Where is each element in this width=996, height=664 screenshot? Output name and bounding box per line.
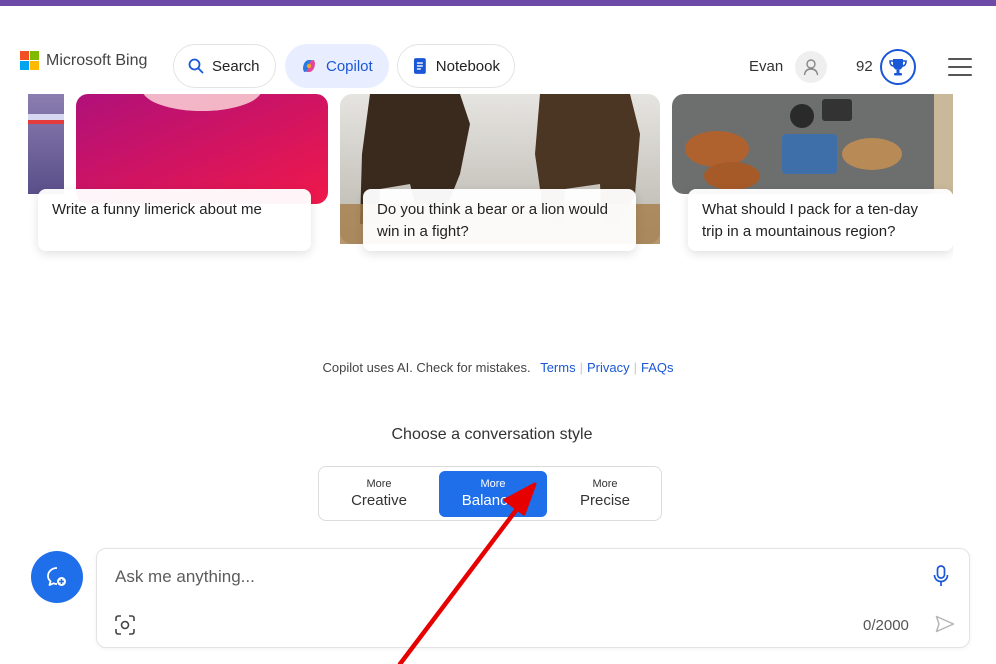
- style-balanced-label: Balanced: [461, 492, 525, 509]
- ai-disclaimer: Copilot uses AI. Check for mistakes. Ter…: [322, 360, 674, 375]
- rewards-button[interactable]: [880, 49, 916, 85]
- nav-search-button[interactable]: Search: [173, 44, 276, 88]
- chat-input[interactable]: [115, 567, 895, 587]
- suggestion-text: Do you think a bear or a lion would win …: [377, 201, 608, 240]
- suggestion-card[interactable]: Write a funny limerick about me: [38, 189, 311, 251]
- user-name[interactable]: Evan: [749, 58, 783, 75]
- avatar[interactable]: [795, 51, 827, 83]
- conversation-style-selector: More Creative More Balanced More Precise: [318, 466, 662, 521]
- card-image-packing: [672, 94, 953, 194]
- suggestion-carousel: Write a funny limerick about me Do you t…: [28, 94, 953, 264]
- visual-search-icon[interactable]: [115, 615, 135, 635]
- faqs-link[interactable]: FAQs: [641, 360, 674, 375]
- microsoft-logo-icon: [20, 51, 39, 70]
- style-precise-button[interactable]: More Precise: [551, 471, 659, 517]
- style-creative-prefix: More: [366, 478, 392, 490]
- nav-search-label: Search: [212, 57, 260, 75]
- chat-input-box: 0/2000: [96, 548, 970, 648]
- send-icon[interactable]: [935, 615, 955, 633]
- notebook-icon: [413, 58, 426, 74]
- rewards-points[interactable]: 92: [856, 58, 873, 75]
- nav-notebook-label: Notebook: [435, 57, 500, 75]
- suggestion-text: What should I pack for a ten-day trip in…: [702, 201, 918, 240]
- suggestion-text: Write a funny limerick about me: [52, 201, 262, 218]
- style-creative-button[interactable]: More Creative: [325, 471, 433, 517]
- nav-copilot-button[interactable]: Copilot: [285, 44, 389, 88]
- disclaimer-text: Copilot uses AI. Check for mistakes.: [322, 360, 531, 375]
- card-image-sliver-left: [28, 94, 64, 194]
- new-topic-button[interactable]: [31, 551, 83, 603]
- bing-logo[interactable]: Microsoft Bing: [20, 51, 147, 70]
- brand-name: Microsoft Bing: [46, 51, 148, 69]
- nav-copilot-label: Copilot: [326, 57, 373, 75]
- hamburger-menu-icon[interactable]: [948, 58, 972, 76]
- search-icon: [188, 58, 204, 74]
- privacy-link[interactable]: Privacy: [587, 360, 630, 375]
- character-counter: 0/2000: [863, 617, 909, 634]
- style-creative-label: Creative: [351, 492, 407, 509]
- conversation-style-title: Choose a conversation style: [391, 426, 593, 443]
- style-precise-label: Precise: [579, 492, 631, 509]
- header: Microsoft Bing Search Copilot Notebook E…: [0, 6, 996, 90]
- suggestion-card[interactable]: What should I pack for a ten-day trip in…: [688, 189, 953, 251]
- nav-notebook-button[interactable]: Notebook: [397, 44, 515, 88]
- terms-link[interactable]: Terms: [540, 360, 575, 375]
- style-balanced-prefix: More: [480, 478, 506, 490]
- copilot-icon: [303, 60, 315, 72]
- style-balanced-button[interactable]: More Balanced: [439, 471, 547, 517]
- new-topic-icon: [47, 567, 66, 586]
- style-precise-prefix: More: [592, 478, 618, 490]
- card-image-limerick: [76, 94, 328, 204]
- microphone-icon[interactable]: [933, 565, 949, 587]
- trophy-icon: [889, 59, 907, 76]
- user-icon: [803, 59, 819, 76]
- suggestion-card[interactable]: Do you think a bear or a lion would win …: [363, 189, 636, 251]
